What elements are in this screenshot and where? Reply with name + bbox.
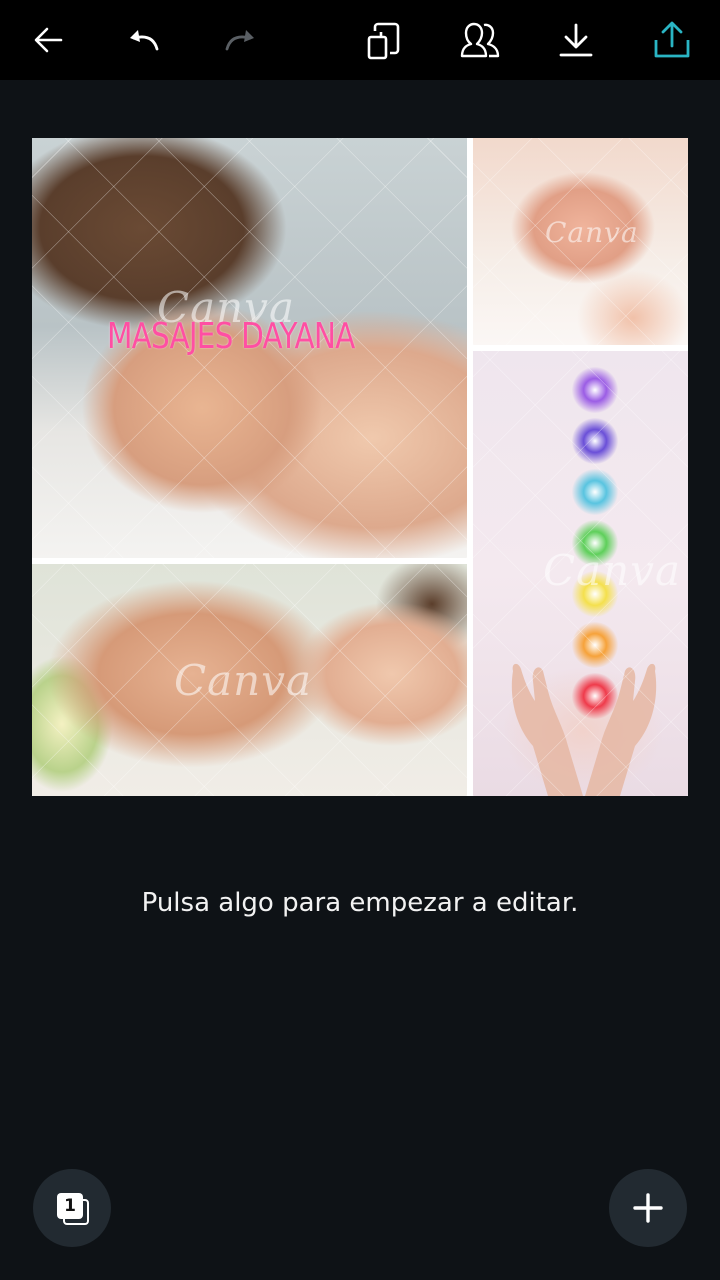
pages-icon: 1 xyxy=(57,1193,89,1225)
arrow-left-icon xyxy=(34,27,63,53)
photo-foot-massage[interactable]: Canva xyxy=(473,138,688,345)
plus-icon xyxy=(633,1193,663,1223)
collaborate-button[interactable] xyxy=(452,12,508,68)
share-upload-icon xyxy=(654,21,690,58)
design-title[interactable]: MASAJES DAYANA xyxy=(107,316,355,357)
back-button[interactable] xyxy=(20,12,76,68)
add-button[interactable] xyxy=(609,1169,687,1247)
undo-button[interactable] xyxy=(116,12,172,68)
redo-button[interactable] xyxy=(212,12,268,68)
undo-icon xyxy=(130,30,159,51)
top-toolbar xyxy=(0,0,720,80)
canva-watermark: Canva xyxy=(545,216,639,249)
pages-button[interactable]: 1 xyxy=(33,1169,111,1247)
redo-icon xyxy=(225,30,254,51)
page-count: 1 xyxy=(57,1193,83,1219)
copy-pages-icon xyxy=(367,22,400,60)
canva-watermark: Canva xyxy=(174,656,312,705)
share-button[interactable] xyxy=(644,12,700,68)
edit-hint: Pulsa algo para empezar a editar. xyxy=(141,888,579,918)
photo-hot-stone-massage[interactable]: Canva xyxy=(32,564,467,796)
design-canvas[interactable]: Canva MASAJES DAYANA Canva Canva Canva xyxy=(32,138,688,796)
download-button[interactable] xyxy=(548,12,604,68)
photo-chakra-hands[interactable]: Canva xyxy=(473,351,688,796)
photo-woman-on-massage-table[interactable]: Canva MASAJES DAYANA xyxy=(32,138,467,558)
download-icon xyxy=(559,23,593,57)
pages-copy-button[interactable] xyxy=(356,12,412,68)
people-icon xyxy=(460,22,500,58)
canva-watermark: Canva xyxy=(543,546,681,595)
